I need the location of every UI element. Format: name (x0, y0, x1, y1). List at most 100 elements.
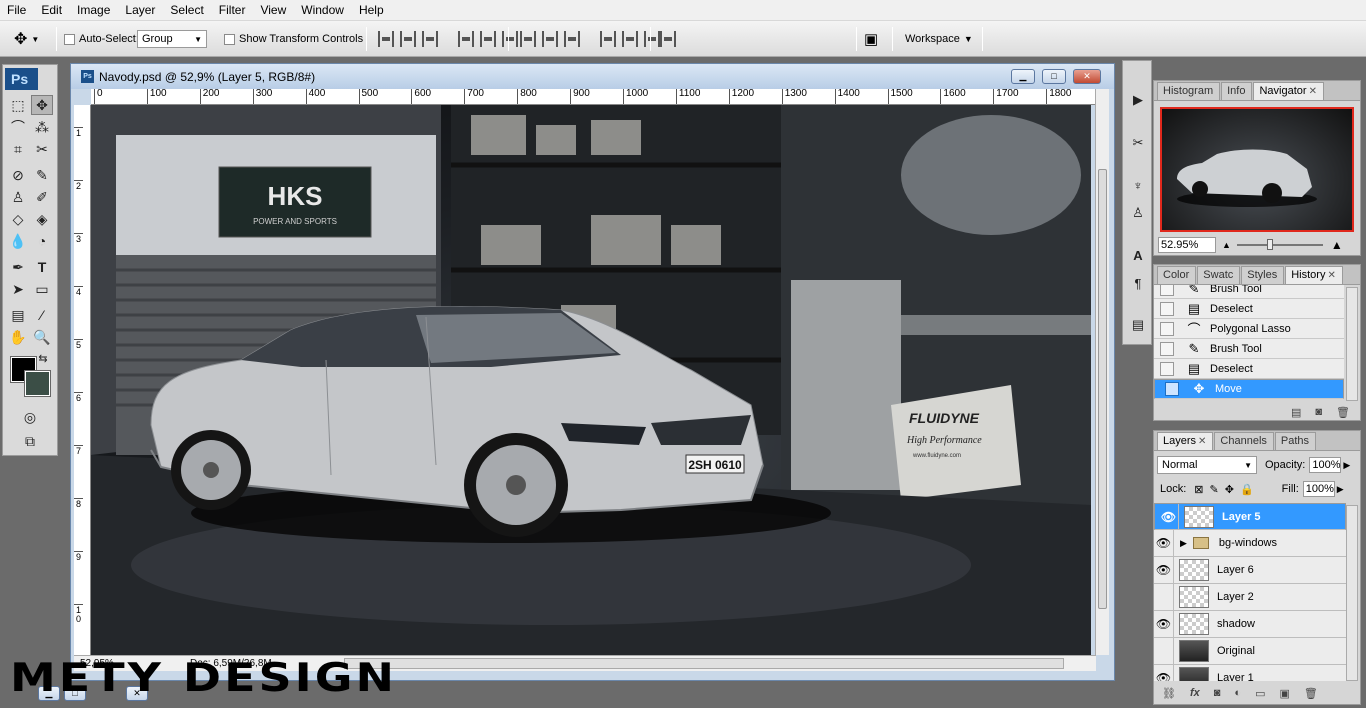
new-snapshot-icon[interactable]: ◙ (1315, 406, 1322, 418)
snapshot-box[interactable] (1160, 285, 1174, 296)
tool-presets-icon[interactable]: ✂ (1126, 131, 1150, 155)
tab-info[interactable]: Info (1221, 82, 1253, 100)
pen-icon[interactable]: ✒ (7, 257, 29, 277)
close-button[interactable]: ✕ (1073, 69, 1101, 84)
menu-edit[interactable]: Edit (34, 0, 70, 21)
lock-position-icon[interactable]: ✥ (1225, 483, 1234, 496)
distribute-hcenter-icon[interactable] (622, 31, 638, 47)
lasso-icon[interactable]: ⌒ (7, 117, 29, 137)
adjustment-layer-icon[interactable]: ◐ (1234, 687, 1241, 699)
fill-arrow-icon[interactable]: ▶ (1337, 484, 1344, 495)
show-transform-checkbox[interactable] (224, 33, 235, 45)
distribute-bottom-icon[interactable] (564, 31, 580, 47)
menu-filter[interactable]: Filter (212, 0, 254, 21)
opacity-arrow-icon[interactable]: ▶ (1343, 460, 1350, 471)
character-icon[interactable]: A (1126, 243, 1150, 267)
clone-stamp-icon[interactable]: ♙ (7, 187, 29, 207)
eye-icon[interactable]: 👁 (1154, 530, 1174, 556)
dodge-icon[interactable]: ◔ (31, 231, 53, 251)
eye-hidden-icon[interactable] (1154, 584, 1174, 610)
tab-styles[interactable]: Styles (1241, 266, 1285, 284)
layer-group-row[interactable]: 👁 ▶ bg-windows (1154, 530, 1346, 557)
swap-colors-icon[interactable]: ⇆ (35, 351, 51, 365)
layer-row[interactable]: 👁 Layer 1 (1154, 665, 1346, 681)
align-hcenter-icon[interactable] (480, 31, 496, 47)
clone-source-icon[interactable]: ♙ (1126, 201, 1150, 225)
eraser-icon[interactable]: ◇ (7, 209, 29, 229)
distribute-top-icon[interactable] (520, 31, 536, 47)
canvas[interactable]: HKS POWER AND SPORTS FLUIDYNE High Perfo… (91, 105, 1091, 655)
layer-comps-icon[interactable]: ▤ (1126, 313, 1150, 337)
history-item[interactable]: ✎ Brush Tool (1154, 339, 1344, 359)
eye-hidden-icon[interactable] (1154, 638, 1174, 664)
link-layers-icon[interactable]: ⛓ (1162, 687, 1176, 700)
move-tool-preset-icon[interactable]: ✥ ▼ (14, 21, 39, 57)
close-tab-icon[interactable]: ✕ (1198, 436, 1206, 447)
delete-layer-icon[interactable]: 🗑 (1304, 687, 1318, 700)
zoom-in-icon[interactable]: ▲ (1331, 238, 1343, 252)
history-brush-icon[interactable]: ✐ (31, 187, 53, 207)
distribute-right-icon[interactable] (644, 31, 660, 47)
menu-file[interactable]: File (0, 0, 34, 21)
fill-field[interactable]: 100% (1302, 481, 1335, 497)
tab-navigator[interactable]: Navigator ✕ (1253, 82, 1324, 100)
close-tab-icon[interactable]: ✕ (1327, 270, 1335, 281)
zoom-slider[interactable] (1236, 239, 1323, 250)
shape-icon[interactable]: ▭ (31, 279, 53, 299)
eye-icon[interactable]: 👁 (1154, 611, 1174, 637)
vertical-scrollbar[interactable] (1095, 89, 1109, 655)
menu-window[interactable]: Window (294, 0, 352, 21)
type-icon[interactable]: T (31, 257, 53, 277)
history-item[interactable]: ▤ Deselect (1154, 359, 1344, 379)
tab-channels[interactable]: Channels (1214, 432, 1274, 450)
blur-icon[interactable]: 💧 (7, 231, 29, 251)
navigator-preview[interactable] (1160, 107, 1354, 232)
layers-scrollbar[interactable] (1346, 505, 1358, 681)
paint-bucket-icon[interactable]: ◈ (31, 209, 53, 229)
lock-all-icon[interactable]: 🔒 (1240, 483, 1254, 496)
snapshot-box[interactable] (1160, 321, 1174, 336)
lock-transparency-icon[interactable]: ⊠ (1194, 483, 1203, 496)
eye-icon[interactable]: 👁 (1154, 557, 1174, 583)
tab-layers[interactable]: Layers ✕ (1157, 432, 1214, 450)
layer-row[interactable]: Original (1154, 638, 1346, 665)
menu-help[interactable]: Help (352, 0, 392, 21)
background-color-swatch[interactable] (24, 370, 51, 397)
tab-color[interactable]: Color (1157, 266, 1197, 284)
bridge-icon[interactable]: ▣ (864, 21, 878, 57)
close-tab-icon[interactable]: ✕ (1309, 86, 1317, 97)
blend-mode-dropdown[interactable]: Normal ▼ (1157, 456, 1257, 474)
minimize-button[interactable]: ▁ (1011, 69, 1035, 84)
tab-histogram[interactable]: Histogram (1157, 82, 1221, 100)
auto-select-checkbox[interactable] (64, 33, 75, 45)
eye-icon[interactable]: 👁 (1154, 665, 1174, 681)
snapshot-box[interactable] (1160, 361, 1174, 376)
notes-icon[interactable]: ▤ (7, 305, 29, 325)
actions-icon[interactable]: ▶ (1126, 88, 1150, 112)
auto-select-dropdown[interactable]: Group ▼ (137, 30, 207, 48)
new-document-from-state-icon[interactable]: ▤ (1291, 406, 1301, 419)
distribute-vcenter-icon[interactable] (542, 31, 558, 47)
quick-mask-icon[interactable]: ◎ (19, 407, 41, 427)
layer-mask-icon[interactable]: ◙ (1214, 687, 1221, 699)
eyedropper-icon[interactable]: ⁄ (31, 305, 53, 325)
eye-icon[interactable]: 👁 (1159, 503, 1179, 530)
tab-history[interactable]: History ✕ (1285, 266, 1343, 284)
new-layer-icon[interactable]: ▣ (1279, 687, 1289, 700)
layer-row-selected[interactable]: 👁 Layer 5 (1154, 503, 1346, 530)
screen-mode-icon[interactable]: ⧉ (19, 431, 41, 451)
brush-icon[interactable]: ✎ (31, 165, 53, 185)
menu-view[interactable]: View (253, 0, 294, 21)
delete-icon[interactable]: 🗑 (1336, 406, 1350, 419)
history-scrollbar[interactable] (1346, 287, 1358, 401)
tab-swatches[interactable]: Swatc (1197, 266, 1241, 284)
align-left-icon[interactable] (458, 31, 474, 47)
lock-pixels-icon[interactable]: ✎ (1210, 483, 1219, 496)
slice-icon[interactable]: ✂ (31, 139, 53, 159)
history-item[interactable]: ✎ Brush Tool (1154, 285, 1344, 299)
layer-row[interactable]: 👁 Layer 6 (1154, 557, 1346, 584)
scrollbar-thumb[interactable] (1098, 169, 1107, 609)
history-state-marker-icon[interactable] (1165, 382, 1179, 396)
horizontal-scrollbar[interactable] (344, 658, 1064, 669)
snapshot-box[interactable] (1160, 301, 1174, 316)
